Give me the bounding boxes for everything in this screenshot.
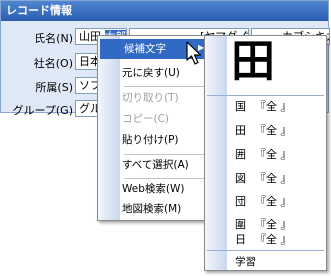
candidate-item[interactable]: 国『全 』 <box>235 98 292 116</box>
mouse-pointer-icon <box>186 41 202 65</box>
candidate-item[interactable]: 日『全 』 <box>235 231 292 249</box>
menu-item-paste[interactable]: 貼り付け(P) <box>122 131 179 149</box>
menu-separator <box>124 154 204 155</box>
candidate-note: 『全 』 <box>255 124 292 137</box>
submenu-separator <box>207 250 324 251</box>
candidate-note: 『全 』 <box>255 233 292 246</box>
group-label: グループ(G) <box>12 104 73 117</box>
menu-item-web-search[interactable]: Web検索(W) <box>122 180 184 198</box>
candidate-char: 田 <box>235 124 246 137</box>
menu-item-learn[interactable]: 学習 <box>235 254 256 270</box>
candidate-note: 『全 』 <box>255 148 292 161</box>
candidate-note: 『全 』 <box>255 100 292 113</box>
panel-title: レコード情報 <box>1 1 328 21</box>
candidate-char: 国 <box>235 100 246 113</box>
candidate-item[interactable]: 図『全 』 <box>235 170 292 188</box>
candidate-note: 『全 』 <box>255 172 292 185</box>
candidate-char: 囲 <box>235 148 246 161</box>
candidate-note: 『全 』 <box>255 195 292 208</box>
menu-item-cut[interactable]: 切り取り(T) <box>122 89 179 107</box>
menu-separator <box>124 178 204 179</box>
candidate-submenu: 田 国『全 』 田『全 』 囲『全 』 図『全 』 団『全 』 圍『全 』 日『… <box>204 35 327 271</box>
menu-item-candidate-chars[interactable]: 候補文字 <box>124 40 166 58</box>
candidate-char: 日 <box>235 233 246 246</box>
candidate-note: 『全 』 <box>255 218 292 231</box>
candidate-preview: 田 <box>231 36 275 87</box>
menu-separator <box>124 86 204 87</box>
candidate-item[interactable]: 田『全 』 <box>235 122 292 140</box>
department-label: 所属(S) <box>35 81 73 94</box>
menu-item-map-search[interactable]: 地図検索(M) <box>122 200 181 218</box>
candidate-char: 図 <box>235 172 246 185</box>
submenu-icon-strip <box>205 36 227 270</box>
name-label: 氏名(N) <box>34 32 73 45</box>
submenu-separator <box>207 95 324 96</box>
candidate-item[interactable]: 囲『全 』 <box>235 146 292 164</box>
company-label: 社名(O) <box>33 57 73 70</box>
menu-item-copy[interactable]: コピー(C) <box>122 110 169 128</box>
menu-item-undo[interactable]: 元に戻す(U) <box>122 64 180 82</box>
context-menu-icon-strip <box>98 36 120 220</box>
candidate-item[interactable]: 団『全 』 <box>235 193 292 211</box>
candidate-char: 団 <box>235 195 246 208</box>
menu-item-select-all[interactable]: すべて選択(A) <box>122 156 189 174</box>
